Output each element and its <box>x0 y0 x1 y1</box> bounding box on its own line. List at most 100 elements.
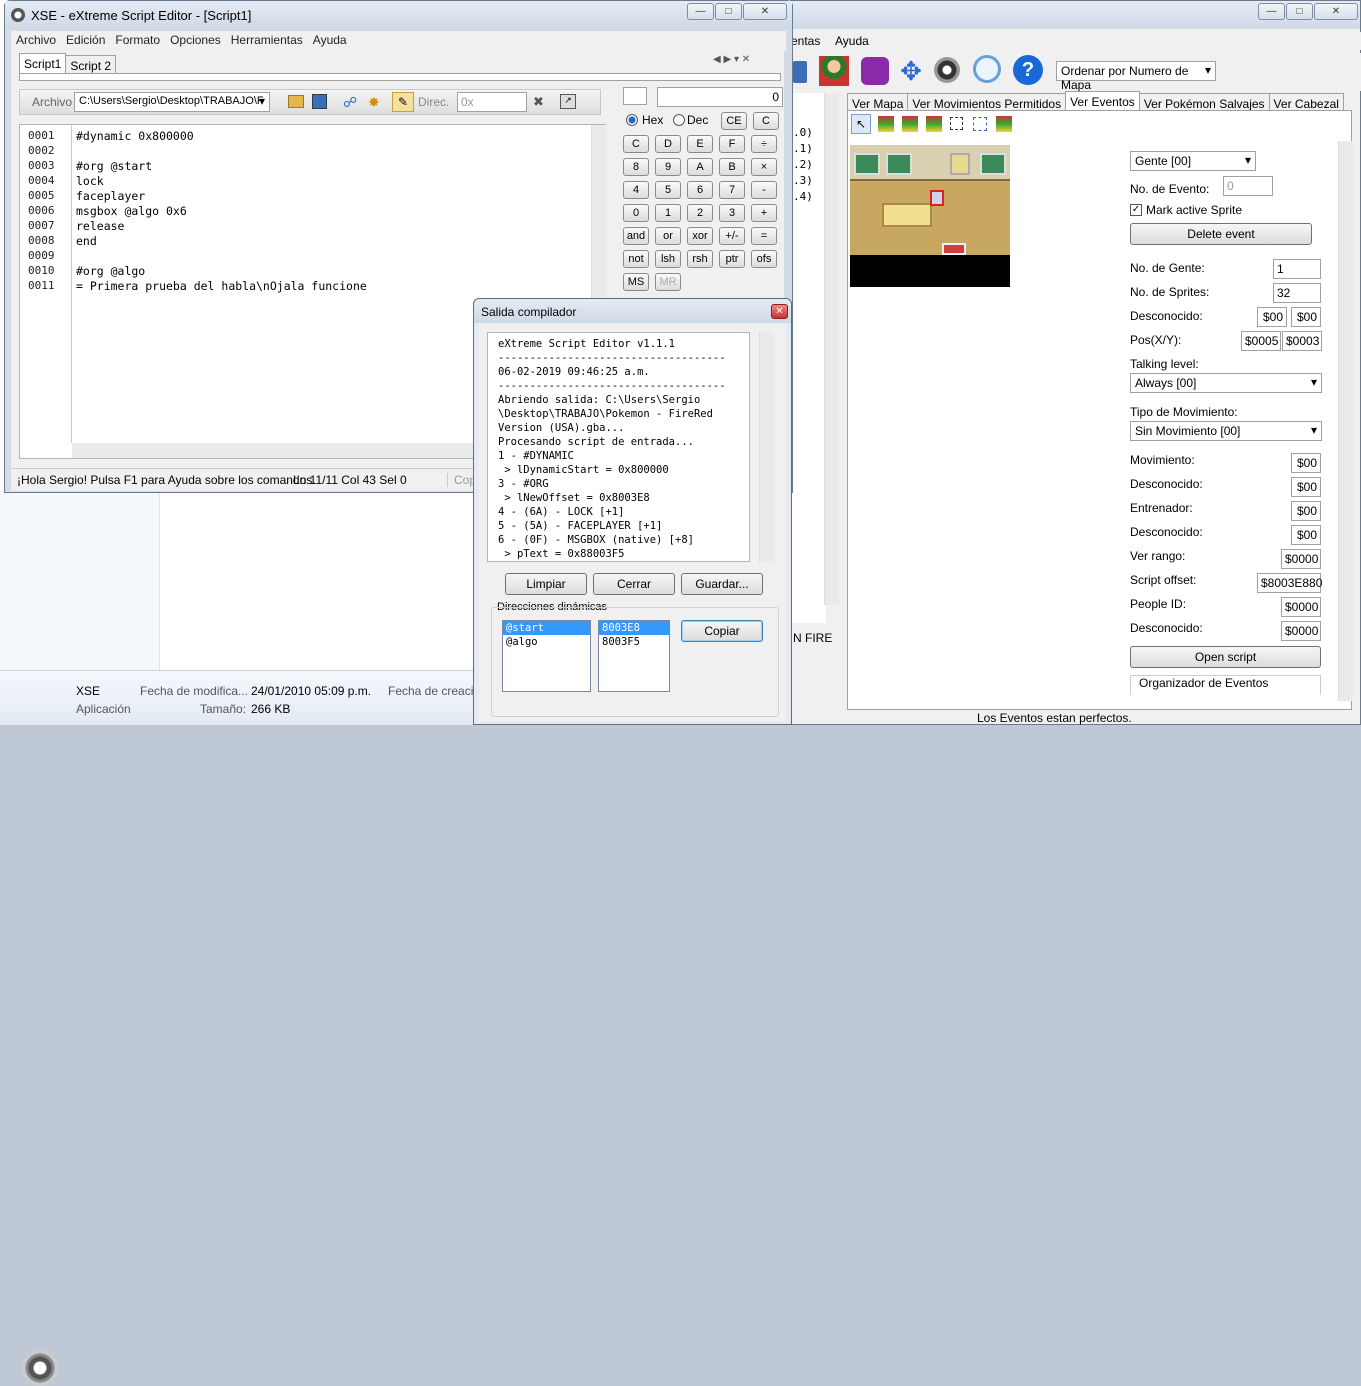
calc-key[interactable]: lsh <box>655 250 681 268</box>
close-button[interactable]: ✕ <box>1314 3 1358 20</box>
people-id-field[interactable]: $0000 <box>1281 597 1321 617</box>
close-button[interactable]: ✕ <box>771 304 788 319</box>
minimize-button[interactable]: — <box>1258 3 1285 20</box>
calc-key[interactable]: and <box>623 227 649 245</box>
calc-key[interactable]: 9 <box>655 158 681 176</box>
puzzle-icon[interactable] <box>861 57 889 85</box>
sort-combo[interactable]: Ordenar por Numero de Mapa <box>1056 61 1216 92</box>
event-no-spinner[interactable]: 0 <box>1223 176 1273 196</box>
mov-field[interactable]: $00 <box>1291 453 1321 473</box>
calc-key[interactable]: MS <box>623 273 649 291</box>
menu-opciones[interactable]: Opciones <box>165 31 226 49</box>
clear-button[interactable]: Limpiar <box>505 573 587 595</box>
maximize-button[interactable]: □ <box>715 3 742 20</box>
trainer-field[interactable]: $00 <box>1291 501 1321 521</box>
calc-key[interactable]: F <box>719 135 745 153</box>
list-item[interactable]: .3) <box>793 173 813 189</box>
mark-sprite-checkbox[interactable]: ✓ <box>1130 204 1142 216</box>
menu-archivo[interactable]: Archivo <box>11 31 61 49</box>
calc-key[interactable]: ÷ <box>751 135 777 153</box>
menu-edicion[interactable]: Edición <box>61 31 110 49</box>
dec-radio[interactable] <box>673 114 685 126</box>
direc-input[interactable]: 0x <box>457 92 527 112</box>
output-log[interactable]: eXtreme Script Editor v1.1.1 ------------… <box>487 332 750 562</box>
unknown2-field[interactable]: $00 <box>1291 477 1321 497</box>
pos-y-field[interactable]: $0003 <box>1282 331 1322 351</box>
close-button[interactable]: ✕ <box>743 3 787 20</box>
event-script-icon[interactable] <box>926 116 942 132</box>
trainer-sprite-icon[interactable] <box>819 56 849 86</box>
list-item[interactable]: @start <box>503 621 590 635</box>
talking-combo[interactable]: Always [00] <box>1130 373 1322 393</box>
calc-key[interactable]: × <box>751 158 777 176</box>
calc-key[interactable]: not <box>623 250 649 268</box>
calc-key[interactable]: C <box>623 135 649 153</box>
event-map-canvas[interactable] <box>850 145 1010 287</box>
calc-key[interactable]: + <box>751 204 777 222</box>
open-folder-icon[interactable] <box>288 95 304 108</box>
events-panel-scrollbar[interactable] <box>1338 141 1353 701</box>
calc-key[interactable]: 3 <box>719 204 745 222</box>
list-item[interactable]: .4) <box>793 189 813 205</box>
menu-herramientas[interactable]: Herramientas <box>226 31 308 49</box>
calc-key[interactable]: 0 <box>623 204 649 222</box>
selection-blue-icon[interactable] <box>973 117 987 131</box>
calc-key[interactable]: - <box>751 181 777 199</box>
list-item[interactable]: 8003F5 <box>599 635 669 649</box>
copy-button[interactable]: Copiar <box>681 620 763 642</box>
unknown4-field[interactable]: $0000 <box>1281 621 1321 641</box>
left-list-scrollbar[interactable] <box>824 93 839 605</box>
output-log-scrollbar[interactable] <box>759 332 774 562</box>
calc-key[interactable]: 7 <box>719 181 745 199</box>
calc-key[interactable]: +/- <box>719 227 745 245</box>
save-output-button[interactable]: Guardar... <box>681 573 763 595</box>
minimize-button[interactable]: — <box>687 3 714 20</box>
calc-key[interactable]: A <box>687 158 713 176</box>
list-item[interactable]: .1) <box>793 141 813 157</box>
unknown3-field[interactable]: $00 <box>1291 525 1321 545</box>
save-icon[interactable] <box>793 61 807 83</box>
selection-icon[interactable] <box>950 117 963 130</box>
delete-event-button[interactable]: Delete event <box>1130 223 1312 245</box>
calc-key[interactable]: rsh <box>687 250 713 268</box>
list-item[interactable]: .0) <box>793 125 813 141</box>
calc-key[interactable]: C <box>753 112 779 130</box>
help-icon[interactable]: ? <box>1013 55 1043 85</box>
calc-key[interactable]: 5 <box>655 181 681 199</box>
range-field[interactable]: $0000 <box>1281 549 1321 569</box>
sprites-spinner[interactable]: 32 <box>1273 283 1321 303</box>
tab-nav-arrows[interactable]: ◀ ▶ ▾ ✕ <box>713 54 779 69</box>
notes-icon[interactable]: ✎ <box>392 92 414 112</box>
goto-icon[interactable]: ↗ <box>560 94 576 109</box>
pointer-icon[interactable]: ↖ <box>851 114 871 134</box>
calc-key[interactable]: MR <box>655 273 681 291</box>
unknown1-a-field[interactable]: $00 <box>1257 307 1287 327</box>
open-script-button[interactable]: Open script <box>1130 646 1321 668</box>
script-offset-field[interactable]: $8003E880 <box>1257 573 1322 593</box>
menu-formato[interactable]: Formato <box>110 31 165 49</box>
gente-spinner[interactable]: 1 <box>1273 259 1321 279</box>
link-icon[interactable]: ☍ <box>343 94 359 110</box>
npc-sprite[interactable] <box>930 190 944 206</box>
pos-x-field[interactable]: $0005 <box>1241 331 1281 351</box>
unknown1-b-field[interactable]: $00 <box>1291 307 1321 327</box>
move-arrows-icon[interactable]: ✥ <box>895 55 927 87</box>
menu-herramientas[interactable]: entas <box>791 34 820 48</box>
calc-key[interactable]: 2 <box>687 204 713 222</box>
list-item[interactable]: .2) <box>793 157 813 173</box>
calc-key[interactable]: xor <box>687 227 713 245</box>
magnifier-icon[interactable] <box>973 55 1001 83</box>
close-output-button[interactable]: Cerrar <box>593 573 675 595</box>
maximize-button[interactable]: □ <box>1286 3 1313 20</box>
mov-type-combo[interactable]: Sin Movimiento [00] <box>1130 421 1322 441</box>
archivo-path-combo[interactable]: C:\Users\Sergio\Desktop\TRABAJO\F <box>74 92 270 112</box>
list-item[interactable]: 8003E8 <box>599 621 669 635</box>
menu-ayuda[interactable]: Ayuda <box>835 34 869 48</box>
compile-icon[interactable]: ✸ <box>368 94 384 110</box>
calc-key[interactable]: = <box>751 227 777 245</box>
calc-key[interactable]: 6 <box>687 181 713 199</box>
calc-key[interactable]: ofs <box>751 250 777 268</box>
tools-icon[interactable]: ✖ <box>533 94 549 110</box>
dyn-values-list[interactable]: 8003E8 8003F5 <box>598 620 670 692</box>
calc-key[interactable]: or <box>655 227 681 245</box>
